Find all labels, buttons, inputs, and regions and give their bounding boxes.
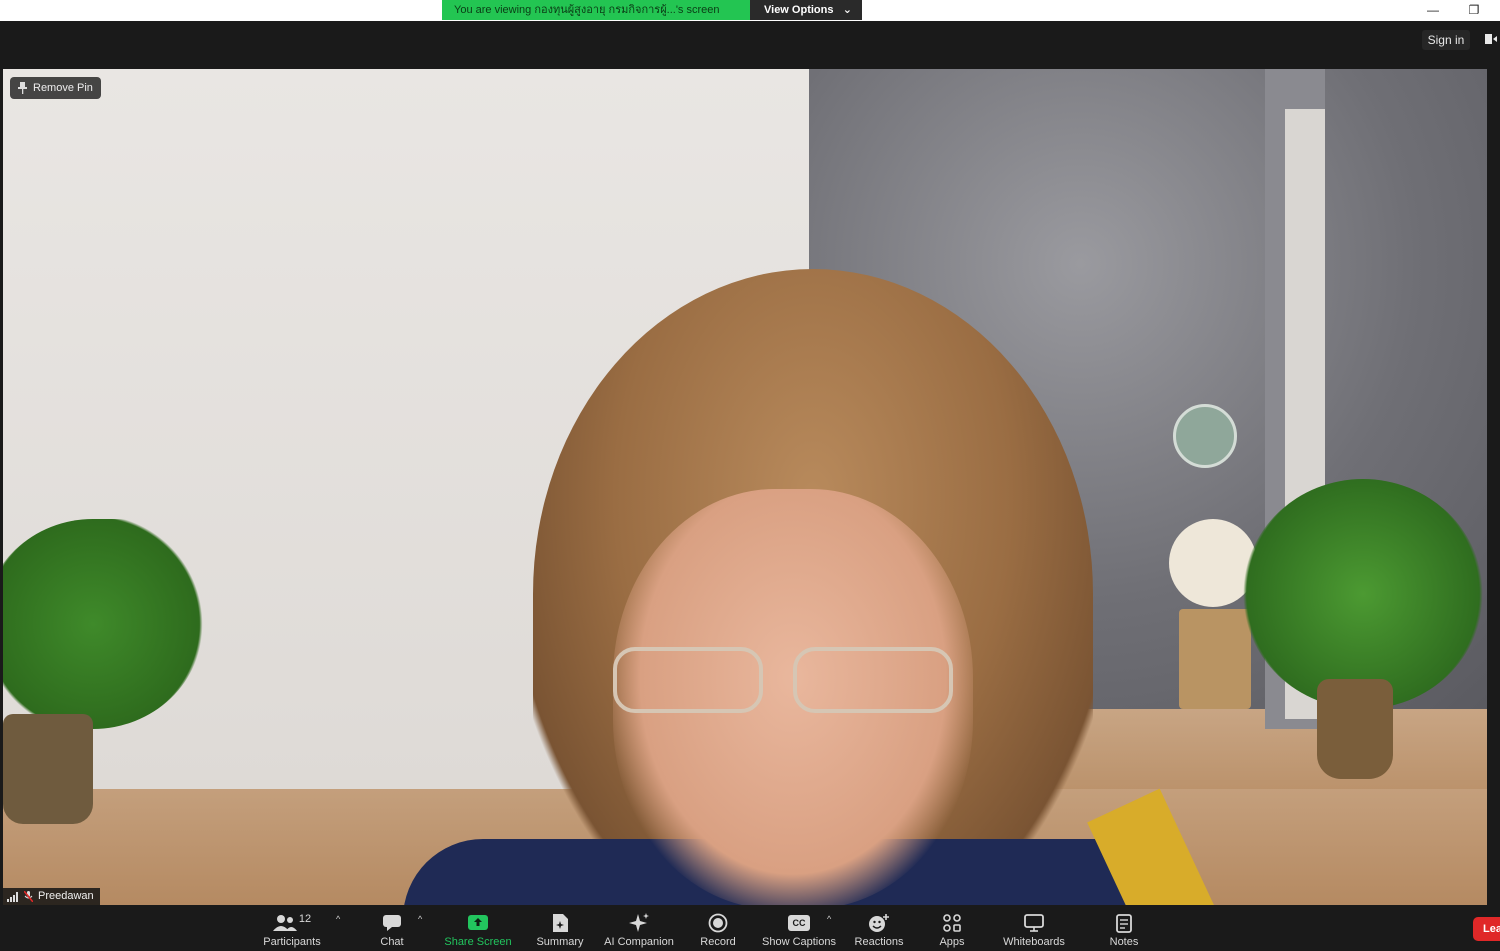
whiteboard-icon <box>1024 914 1044 932</box>
pot-left-image <box>3 714 93 824</box>
summary-button[interactable]: Summary <box>532 905 588 951</box>
participants-icon <box>272 915 297 931</box>
participant-name: Preedawan <box>38 890 94 902</box>
closed-captions-icon: CC <box>788 915 810 931</box>
glasses-lens-left <box>613 647 763 713</box>
screen-share-banner: You are viewing กองทุนผู้สูงอายุ กรมกิจก… <box>442 0 862 20</box>
summary-icon <box>553 914 568 932</box>
participants-button[interactable]: 12 Participants <box>262 905 322 951</box>
record-button[interactable]: Record <box>696 905 740 951</box>
whiteboards-label: Whiteboards <box>1003 936 1065 948</box>
show-captions-label: Show Captions <box>762 936 836 948</box>
participants-label: Participants <box>263 936 321 948</box>
basket-image <box>1179 609 1251 709</box>
chevron-down-icon: ⌄ <box>842 4 852 16</box>
remove-pin-button[interactable]: Remove Pin <box>10 77 101 99</box>
reactions-button[interactable]: Reactions <box>852 905 906 951</box>
participants-caret-icon[interactable]: ^ <box>336 914 340 924</box>
chat-icon <box>383 915 401 931</box>
ai-companion-label: AI Companion <box>604 936 674 948</box>
participant-name-tag: Preedawan <box>3 888 100 905</box>
viewing-screen-text: You are viewing กองทุนผู้สูงอายุ กรมกิจก… <box>442 0 750 20</box>
chat-caret-icon[interactable]: ^ <box>418 914 422 924</box>
restore-button[interactable]: ❐ <box>1459 0 1489 20</box>
view-options-label: View Options <box>764 4 834 16</box>
summary-label: Summary <box>536 936 584 948</box>
participants-count: 12 <box>298 913 312 925</box>
share-screen-label: Share Screen <box>444 936 512 948</box>
show-captions-button[interactable]: CC Show Captions <box>760 905 838 951</box>
ai-companion-button[interactable]: AI Companion <box>602 905 676 951</box>
captions-caret-icon[interactable]: ^ <box>827 914 831 924</box>
plant-right-image <box>1243 479 1483 709</box>
apps-label: Apps <box>939 936 965 948</box>
record-icon <box>708 913 728 933</box>
apps-button[interactable]: Apps <box>932 905 972 951</box>
view-options-button[interactable]: View Options ⌄ <box>750 0 862 20</box>
meeting-toolbar <box>0 905 1500 951</box>
leave-button[interactable]: Leave <box>1473 917 1500 941</box>
notes-button[interactable]: Notes <box>1104 905 1144 951</box>
notes-label: Notes <box>1109 936 1139 948</box>
exit-fullscreen-icon[interactable] <box>1484 32 1498 46</box>
pin-icon <box>18 82 27 94</box>
chat-button[interactable]: Chat <box>372 905 412 951</box>
signal-strength-icon <box>7 891 18 902</box>
mic-muted-icon <box>24 891 33 902</box>
minimize-button[interactable]: — <box>1418 0 1448 20</box>
remove-pin-label: Remove Pin <box>33 82 93 94</box>
reactions-label: Reactions <box>854 936 904 948</box>
pot-right-image <box>1317 679 1393 779</box>
meeting-top-bar <box>0 21 1500 69</box>
sparkle-icon <box>629 913 649 932</box>
active-speaker-video[interactable] <box>3 69 1487 905</box>
share-screen-icon <box>468 915 488 930</box>
whiteboards-button[interactable]: Whiteboards <box>998 905 1070 951</box>
smiley-icon <box>869 914 889 932</box>
wall-clock-image <box>1173 404 1237 468</box>
glasses-lens-right <box>793 647 953 713</box>
chat-label: Chat <box>380 936 404 948</box>
record-label: Record <box>700 936 736 948</box>
share-screen-button[interactable]: Share Screen <box>444 905 512 951</box>
apps-icon <box>943 914 961 932</box>
sign-in-button[interactable]: Sign in <box>1422 30 1470 50</box>
notes-icon <box>1116 914 1132 933</box>
